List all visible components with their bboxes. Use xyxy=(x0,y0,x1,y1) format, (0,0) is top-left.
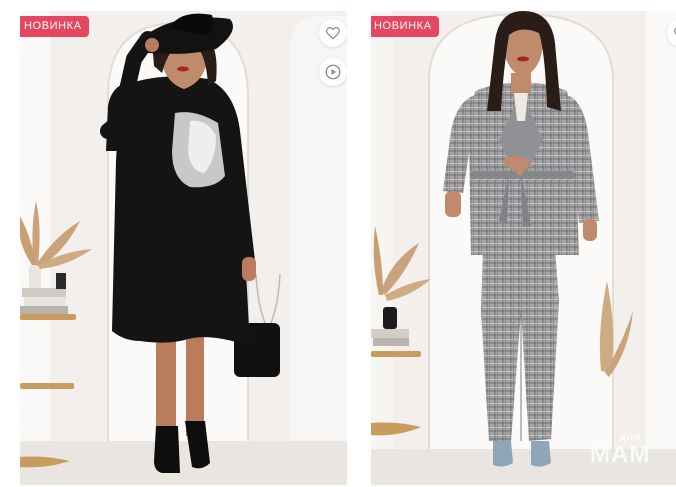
new-badge: НОВИНКА xyxy=(20,16,89,37)
product-card-1[interactable]: НОВИНКА xyxy=(20,11,347,485)
product-photo-black-dress[interactable] xyxy=(20,11,347,485)
watermark-logo: для МАМ xyxy=(590,433,650,467)
watermark-line2: МАМ xyxy=(590,441,651,468)
new-badge: НОВИНКА xyxy=(371,16,439,37)
play-video-button[interactable] xyxy=(319,58,347,86)
heart-icon xyxy=(326,27,340,40)
play-icon xyxy=(325,64,341,80)
product-photo-checked-suit[interactable] xyxy=(371,11,676,485)
product-card-2[interactable]: НОВИНКА для МАМ xyxy=(371,11,676,485)
favorite-button[interactable] xyxy=(319,19,347,47)
